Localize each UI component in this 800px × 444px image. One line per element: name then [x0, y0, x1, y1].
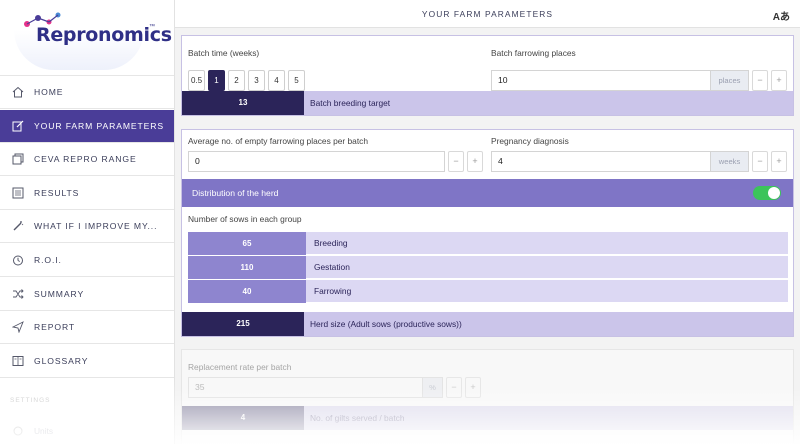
nav-label: Units	[34, 426, 54, 436]
replacement-rate-label: Replacement rate per batch	[188, 362, 292, 372]
empty-places-increment-button[interactable]: +	[467, 151, 483, 172]
batch-option-0-5[interactable]: 0.5	[188, 70, 205, 91]
herd-size-label: Herd size (Adult sows (productive sows))	[310, 319, 462, 329]
book-icon	[12, 356, 24, 366]
group-value[interactable]: 65	[188, 232, 306, 255]
shuffle-icon	[13, 289, 24, 299]
batch-time-label: Batch time (weeks)	[188, 48, 260, 58]
units-icon	[13, 426, 23, 436]
replacement-rate-unit: %	[423, 377, 443, 398]
group-row-farrowing: 40 Farrowing	[188, 280, 788, 303]
nav-item-summary[interactable]: SUMMARY	[0, 278, 174, 311]
home-icon	[12, 86, 24, 98]
batch-option-4[interactable]: 4	[268, 70, 285, 91]
replacement-rate-input[interactable]: 35	[188, 377, 423, 398]
batch-card: Batch time (weeks) 0.5 1 2 3 4 5 Batch f…	[181, 35, 794, 116]
herd-size-bar: 215 Herd size (Adult sows (productive so…	[182, 312, 793, 336]
replacement-decrement-button[interactable]: −	[446, 377, 462, 398]
gilts-served-label: No. of gilts served / batch	[310, 413, 405, 423]
send-icon	[12, 321, 24, 333]
pregnancy-diagnosis-input[interactable]: 4	[491, 151, 711, 172]
group-label: Farrowing	[314, 286, 352, 296]
nav-label: R.O.I.	[34, 255, 62, 265]
batch-option-3[interactable]: 3	[248, 70, 265, 91]
nav-item-what-if[interactable]: WHAT IF I IMPROVE MY...	[0, 210, 174, 243]
edit-icon	[12, 120, 24, 132]
nav-item-glossary[interactable]: GLOSSARY	[0, 345, 174, 378]
batch-breeding-target-value: 13	[182, 91, 304, 115]
nav-label: RESULTS	[34, 188, 80, 198]
herd-distribution-toggle[interactable]	[753, 186, 781, 200]
nav-item-results[interactable]: RESULTS	[0, 177, 174, 210]
settings-title: SETTINGS	[10, 397, 51, 404]
nav-item-ceva-repro-range[interactable]: CEVA REPRO RANGE	[0, 143, 174, 176]
groups-label: Number of sows in each group	[188, 214, 302, 224]
pregnancy-diagnosis-unit: weeks	[711, 151, 749, 172]
language-icon[interactable]: Aあ	[773, 8, 790, 23]
group-value[interactable]: 110	[188, 256, 306, 279]
farrowing-places-unit: places	[711, 70, 749, 91]
pregnancy-diagnosis-label: Pregnancy diagnosis	[491, 136, 569, 146]
nav-item-roi[interactable]: R.O.I.	[0, 244, 174, 277]
timer-icon	[13, 255, 23, 266]
nav-label: GLOSSARY	[34, 356, 89, 366]
nav-item-report[interactable]: REPORT	[0, 311, 174, 344]
nav-item-units[interactable]: Units	[0, 420, 174, 442]
batch-breeding-target-bar: 13 Batch breeding target	[182, 91, 793, 115]
batch-option-2[interactable]: 2	[228, 70, 245, 91]
list-icon	[12, 187, 24, 199]
batch-option-1[interactable]: 1	[208, 70, 225, 91]
empty-places-decrement-button[interactable]: −	[448, 151, 464, 172]
copy-icon	[12, 153, 24, 165]
empty-places-input[interactable]: 0	[188, 151, 445, 172]
farrowing-decrement-button[interactable]: −	[752, 70, 768, 91]
nav-item-home[interactable]: HOME	[0, 76, 174, 109]
farrowing-places-label: Batch farrowing places	[491, 48, 576, 58]
batch-breeding-target-label: Batch breeding target	[310, 98, 391, 108]
herd-distribution-bar: Distribution of the herd	[182, 179, 793, 207]
nav-item-farm-parameters[interactable]: YOUR FARM PARAMETERS	[0, 110, 174, 143]
empty-places-label: Average no. of empty farrowing places pe…	[188, 136, 369, 146]
group-row-breeding: 65 Breeding	[188, 232, 788, 255]
farrowing-increment-button[interactable]: +	[771, 70, 787, 91]
page-title: YOUR FARM PARAMETERS	[421, 9, 554, 19]
gilts-served-bar: 4 No. of gilts served / batch	[182, 406, 793, 430]
replacement-card: Replacement rate per batch 35 % − + 4 No…	[181, 349, 794, 444]
main-content: Batch time (weeks) 0.5 1 2 3 4 5 Batch f…	[175, 28, 800, 444]
nav-label: REPORT	[34, 322, 76, 332]
logo[interactable]: Repronomics ™	[0, 0, 174, 76]
nav-label: YOUR FARM PARAMETERS	[34, 121, 165, 131]
nav-label: CEVA REPRO RANGE	[34, 154, 137, 164]
herd-distribution-title: Distribution of the herd	[192, 188, 279, 198]
sidebar: Repronomics ™ HOME YOUR FARM PARAMETERS …	[0, 0, 175, 444]
group-label: Gestation	[314, 262, 350, 272]
wand-icon	[13, 221, 24, 231]
nav-label: WHAT IF I IMPROVE MY...	[34, 221, 158, 231]
top-header: YOUR FARM PARAMETERS Aあ	[175, 0, 800, 28]
batch-option-5[interactable]: 5	[288, 70, 305, 91]
group-value[interactable]: 40	[188, 280, 306, 303]
toggle-knob	[768, 187, 780, 199]
herd-size-value: 215	[182, 312, 304, 336]
replacement-increment-button[interactable]: +	[465, 377, 481, 398]
farrowing-places-input[interactable]: 10	[491, 70, 711, 91]
nav-label: HOME	[34, 87, 64, 97]
herd-card: Average no. of empty farrowing places pe…	[181, 129, 794, 337]
logo-trademark: ™	[149, 24, 155, 30]
pregnancy-decrement-button[interactable]: −	[752, 151, 768, 172]
pregnancy-increment-button[interactable]: +	[771, 151, 787, 172]
group-row-gestation: 110 Gestation	[188, 256, 788, 279]
gilts-served-value: 4	[182, 406, 304, 430]
group-label: Breeding	[314, 238, 348, 248]
nav-label: SUMMARY	[34, 289, 85, 299]
